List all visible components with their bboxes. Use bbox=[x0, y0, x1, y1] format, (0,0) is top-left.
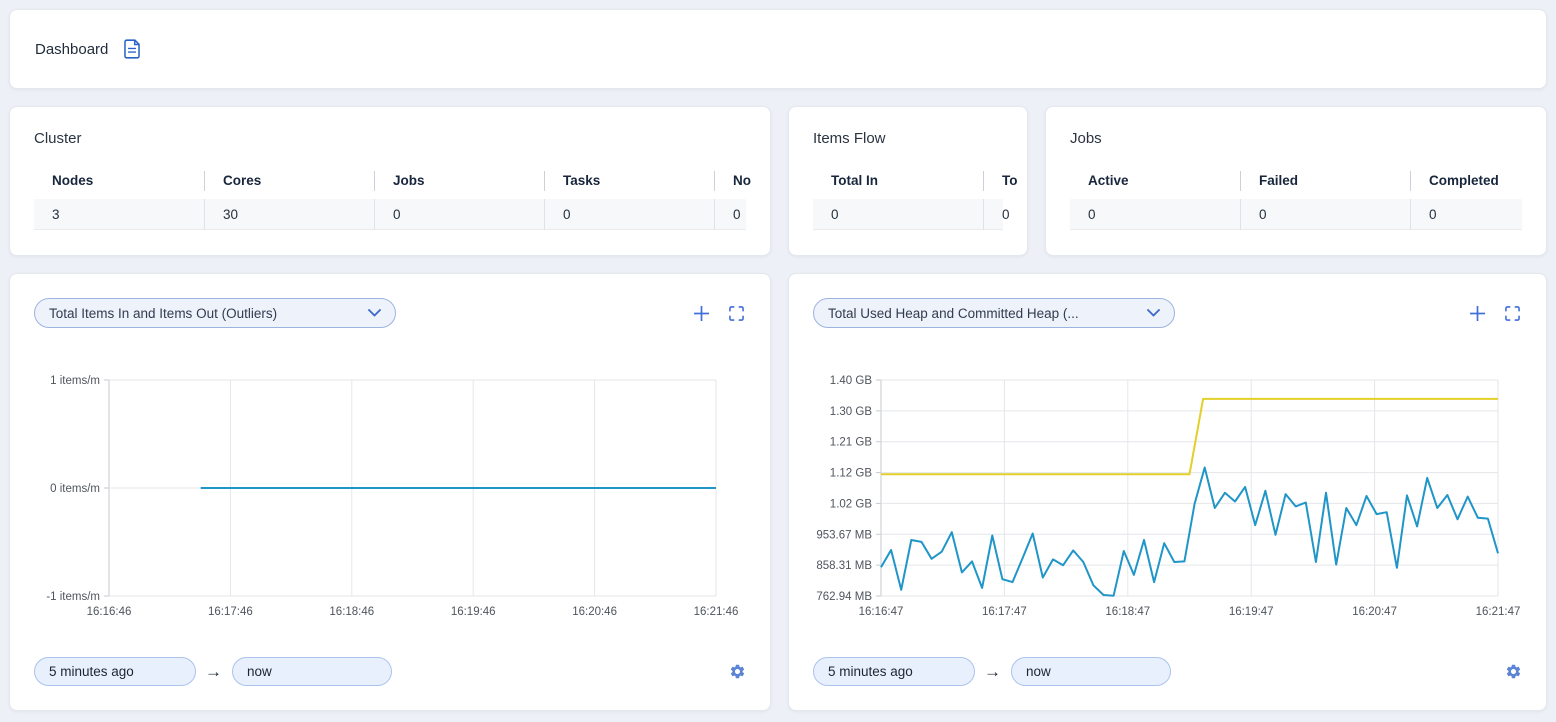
add-chart-button[interactable] bbox=[1469, 305, 1486, 322]
svg-text:0 items/m: 0 items/m bbox=[50, 483, 100, 495]
stat-value: 0 bbox=[544, 199, 714, 230]
gear-icon bbox=[1505, 668, 1522, 683]
time-to-input[interactable] bbox=[232, 657, 392, 686]
fullscreen-icon bbox=[729, 309, 744, 324]
panel-header: Total Used Heap and Committed Heap (... bbox=[813, 298, 1522, 328]
svg-text:16:19:46: 16:19:46 bbox=[451, 606, 496, 618]
stat-header-row: Active Failed Completed bbox=[1070, 169, 1522, 193]
svg-text:953.67 MB: 953.67 MB bbox=[816, 529, 872, 541]
time-from-input[interactable] bbox=[34, 657, 196, 686]
items-flow-card: Items Flow Total In To 0 0 bbox=[788, 106, 1028, 256]
panel-footer: → bbox=[813, 657, 1522, 686]
stat-value: 0 bbox=[1410, 199, 1547, 230]
panel-footer: → bbox=[34, 657, 746, 686]
stat-value: 0 bbox=[374, 199, 544, 230]
items-flow-line-chart: 16:16:46 16:17:46 16:18:46 16:19:46 16:20:46… bbox=[34, 374, 746, 626]
metric-dropdown[interactable]: Total Used Heap and Committed Heap (... bbox=[813, 298, 1175, 328]
metric-dropdown[interactable]: Total Items In and Items Out (Outliers) bbox=[34, 298, 396, 328]
svg-text:1.21 GB: 1.21 GB bbox=[830, 437, 873, 449]
svg-text:1.30 GB: 1.30 GB bbox=[830, 406, 873, 418]
svg-text:1.02 GB: 1.02 GB bbox=[830, 498, 873, 510]
panel-header: Total Items In and Items Out (Outliers) bbox=[34, 298, 746, 328]
fullscreen-icon bbox=[1505, 309, 1520, 324]
plus-icon bbox=[1469, 310, 1486, 325]
svg-text:858.31 MB: 858.31 MB bbox=[816, 560, 872, 572]
fullscreen-button[interactable] bbox=[1505, 306, 1520, 321]
svg-text:1 items/m: 1 items/m bbox=[50, 375, 100, 387]
stat-column-header: Failed bbox=[1240, 171, 1410, 191]
plus-icon bbox=[693, 310, 710, 325]
svg-text:1.12 GB: 1.12 GB bbox=[830, 468, 873, 480]
stat-value: 0 bbox=[1070, 199, 1240, 230]
stat-header-row: Nodes Cores Jobs Tasks No bbox=[34, 169, 746, 193]
settings-button[interactable] bbox=[1505, 663, 1522, 680]
charts-row: Total Items In and Items Out (Outliers) bbox=[9, 273, 1547, 711]
svg-text:16:17:47: 16:17:47 bbox=[982, 606, 1027, 618]
document-icon bbox=[123, 39, 141, 59]
dropdown-selected-value: Total Items In and Items Out (Outliers) bbox=[49, 306, 368, 321]
stat-column-header: Nodes bbox=[34, 171, 204, 191]
chevron-down-icon bbox=[1147, 309, 1160, 317]
svg-text:16:19:47: 16:19:47 bbox=[1229, 606, 1274, 618]
stat-column-header: No bbox=[714, 171, 771, 191]
settings-button[interactable] bbox=[729, 663, 746, 680]
gear-icon bbox=[729, 668, 746, 683]
stat-value-row: 0 0 bbox=[813, 199, 1003, 230]
stat-column-header: Completed bbox=[1410, 171, 1547, 191]
svg-text:16:21:46: 16:21:46 bbox=[694, 606, 739, 618]
chart-panel-heap: Total Used Heap and Committed Heap (... bbox=[788, 273, 1547, 711]
svg-text:16:21:47: 16:21:47 bbox=[1476, 606, 1521, 618]
time-from-input[interactable] bbox=[813, 657, 975, 686]
dashboard-page: Dashboard Cluster Nodes Cores Jobs Tasks… bbox=[0, 0, 1556, 720]
chart-container: 16:16:46 16:17:46 16:18:46 16:19:46 16:20:46… bbox=[34, 374, 746, 626]
card-title: Cluster bbox=[34, 130, 746, 147]
stat-header-row: Total In To bbox=[813, 169, 1003, 193]
fullscreen-button[interactable] bbox=[729, 306, 744, 321]
jobs-card: Jobs Active Failed Completed 0 0 0 bbox=[1045, 106, 1547, 256]
stat-value: 0 bbox=[714, 199, 771, 230]
stat-value-row: 3 30 0 0 0 bbox=[34, 199, 746, 230]
header-card: Dashboard bbox=[9, 9, 1547, 89]
card-title: Items Flow bbox=[813, 130, 1003, 147]
stat-column-header: Total In bbox=[813, 171, 983, 191]
stat-column-header: To bbox=[983, 171, 1028, 191]
svg-text:16:18:47: 16:18:47 bbox=[1105, 606, 1150, 618]
svg-text:-1 items/m: -1 items/m bbox=[46, 591, 100, 603]
svg-text:16:16:46: 16:16:46 bbox=[87, 606, 132, 618]
svg-text:16:20:46: 16:20:46 bbox=[572, 606, 617, 618]
svg-text:1.40 GB: 1.40 GB bbox=[830, 375, 873, 387]
stat-column-header: Tasks bbox=[544, 171, 714, 191]
svg-text:762.94 MB: 762.94 MB bbox=[816, 591, 872, 603]
time-to-input[interactable] bbox=[1011, 657, 1171, 686]
cluster-card: Cluster Nodes Cores Jobs Tasks No 3 30 0… bbox=[9, 106, 771, 256]
stat-value-row: 0 0 0 bbox=[1070, 199, 1522, 230]
chart-container: 16:16:47 16:17:47 16:18:47 16:19:47 16:20:47… bbox=[813, 374, 1522, 626]
panel-actions bbox=[693, 305, 744, 322]
stat-value: 3 bbox=[34, 199, 204, 230]
chart-panel-items: Total Items In and Items Out (Outliers) bbox=[9, 273, 771, 711]
arrow-right-icon: → bbox=[984, 663, 1001, 680]
svg-text:16:16:47: 16:16:47 bbox=[859, 606, 904, 618]
stat-column-header: Jobs bbox=[374, 171, 544, 191]
card-title: Jobs bbox=[1070, 130, 1522, 147]
stat-value: 0 bbox=[1240, 199, 1410, 230]
svg-text:16:18:46: 16:18:46 bbox=[329, 606, 374, 618]
stat-column-header: Cores bbox=[204, 171, 374, 191]
stats-row: Cluster Nodes Cores Jobs Tasks No 3 30 0… bbox=[9, 106, 1547, 256]
svg-text:16:17:46: 16:17:46 bbox=[208, 606, 253, 618]
arrow-right-icon: → bbox=[205, 663, 222, 680]
chevron-down-icon bbox=[368, 309, 381, 317]
stat-column-header: Active bbox=[1070, 171, 1240, 191]
stat-value: 0 bbox=[983, 199, 1028, 230]
dropdown-selected-value: Total Used Heap and Committed Heap (... bbox=[828, 306, 1147, 321]
add-chart-button[interactable] bbox=[693, 305, 710, 322]
stat-value: 0 bbox=[813, 199, 983, 230]
svg-text:16:20:47: 16:20:47 bbox=[1352, 606, 1397, 618]
heap-line-chart: 16:16:47 16:17:47 16:18:47 16:19:47 16:20:47… bbox=[813, 374, 1522, 626]
stat-value: 30 bbox=[204, 199, 374, 230]
page-title: Dashboard bbox=[35, 41, 108, 58]
panel-actions bbox=[1469, 305, 1520, 322]
